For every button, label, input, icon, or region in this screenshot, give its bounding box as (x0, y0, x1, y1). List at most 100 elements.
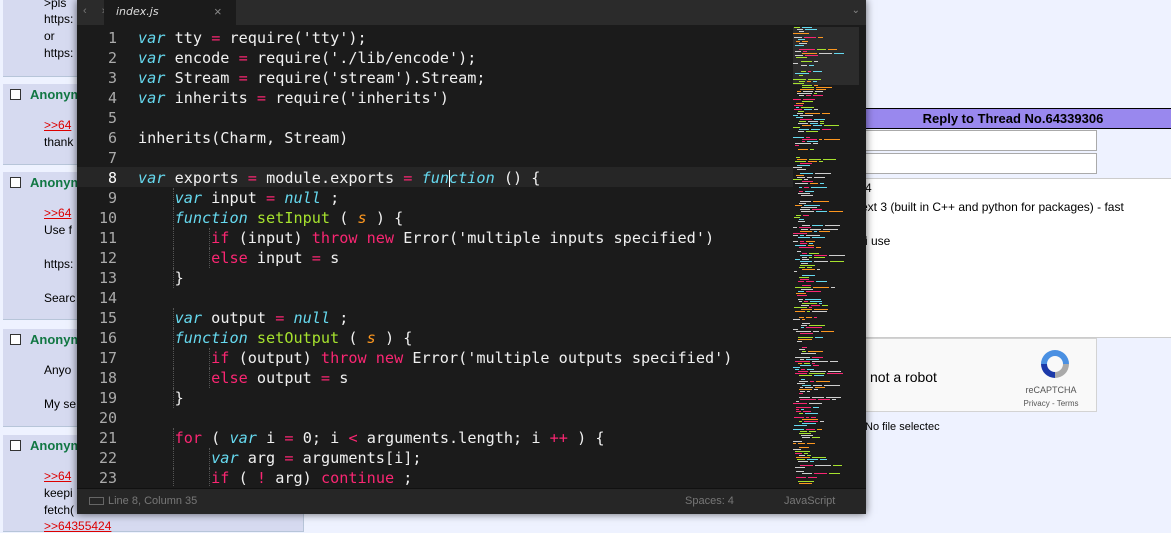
minimap-code-stroke (824, 125, 839, 126)
minimap-code-stroke (806, 359, 819, 360)
minimap-code-stroke (813, 365, 819, 366)
minimap-code-stroke (800, 431, 807, 432)
minimap-code-stroke (802, 269, 815, 270)
minimap-code-stroke (801, 353, 816, 354)
minimap-code-stroke (798, 291, 804, 292)
minimap-code-stroke (793, 167, 802, 168)
minimap-code-stroke (821, 331, 834, 332)
minimap-code-stroke (796, 411, 801, 412)
minimap-code-stroke (820, 123, 824, 124)
minimap-viewport[interactable] (793, 27, 859, 85)
post-link[interactable]: https: (44, 257, 73, 271)
minimap-code-stroke (804, 179, 808, 180)
minimap-code-stroke (824, 385, 840, 386)
minimap-code-stroke (822, 113, 830, 114)
minimap-code-stroke (822, 305, 828, 306)
minimap-code-stroke (798, 39, 805, 40)
minimap-code-stroke (793, 83, 804, 84)
line-number: 18 (98, 369, 117, 387)
chevron-down-icon[interactable]: ⌄ (852, 5, 860, 16)
quote-link[interactable]: >>64 (44, 206, 71, 220)
post-link[interactable]: https: (44, 12, 73, 26)
post-checkbox[interactable] (10, 334, 21, 345)
minimap-code-stroke (797, 113, 803, 114)
captcha-privacy-terms[interactable]: Privacy - Terms (1016, 399, 1086, 408)
minimap-code-stroke (805, 387, 813, 388)
minimap-code-stroke (799, 483, 812, 484)
minimap-code-stroke (800, 173, 813, 174)
post-link[interactable]: https: (44, 46, 73, 60)
minimap-code-stroke (799, 75, 803, 76)
recaptcha-widget[interactable]: not a robot reCAPTCHA Privacy - Terms (855, 338, 1097, 412)
minimap-code-stroke (816, 381, 830, 382)
minimap-code-stroke (796, 41, 800, 42)
minimap-code-stroke (810, 381, 814, 382)
minimap-code-stroke (814, 261, 828, 262)
options-field[interactable] (865, 153, 1097, 174)
code-line: var Stream = require('stream').Stream; (138, 69, 486, 87)
minimap-code-stroke (802, 303, 817, 304)
minimap-code-stroke (795, 451, 810, 452)
comment-text: ext 3 (built in C++ and python for packa… (861, 200, 1124, 214)
minimap-code-stroke (812, 209, 822, 210)
tab-index-js[interactable]: index.js × (104, 0, 236, 25)
minimap-code-stroke (814, 177, 825, 178)
minimap-code-stroke (799, 81, 805, 82)
minimap-code-stroke (799, 187, 802, 188)
comment-field[interactable]: 4 ext 3 (built in C++ and python for pac… (855, 178, 1171, 338)
minimap-code-stroke (797, 459, 805, 460)
post-checkbox[interactable] (10, 177, 21, 188)
indent-guide (209, 228, 211, 248)
minimap-code-stroke (801, 305, 809, 306)
minimap-code-stroke (796, 215, 801, 216)
minimap-code-stroke (801, 409, 804, 410)
post-checkbox[interactable] (10, 89, 21, 100)
minimap-code-stroke (795, 143, 811, 144)
minimap-code-stroke (798, 221, 805, 222)
minimap-code-stroke (795, 183, 808, 184)
minimap-code-stroke (799, 95, 804, 96)
minimap-code-stroke (809, 159, 821, 160)
syntax-language[interactable]: JavaScript (784, 495, 835, 507)
minimap-code-stroke (795, 357, 810, 358)
name-field[interactable] (865, 130, 1097, 151)
quote-link[interactable]: >>64 (44, 118, 71, 132)
close-icon[interactable]: × (214, 4, 222, 19)
captcha-brand: reCAPTCHA (1025, 385, 1077, 395)
minimap[interactable] (793, 27, 859, 487)
minimap-code-stroke (810, 183, 818, 184)
minimap-code-stroke (814, 317, 817, 318)
post-checkbox[interactable] (10, 440, 21, 451)
minimap-code-stroke (814, 85, 818, 86)
reply-form-title[interactable]: Reply to Thread No.64339306 (855, 108, 1171, 129)
line-number: 21 (98, 429, 117, 447)
minimap-code-stroke (813, 143, 818, 144)
minimap-code-stroke (799, 191, 803, 192)
minimap-code-stroke (801, 71, 806, 72)
minimap-code-stroke (793, 179, 802, 180)
cursor-position[interactable]: Line 8, Column 35 (108, 495, 197, 507)
minimap-code-stroke (814, 61, 818, 62)
reply-form: Reply to Thread No.64339306 4 ext 3 (bui… (855, 108, 1171, 531)
minimap-code-stroke (802, 257, 807, 258)
line-number: 5 (107, 109, 117, 127)
minimap-code-stroke (802, 423, 816, 424)
quote-link[interactable]: >>64 (44, 469, 71, 483)
post-text: Searc (44, 291, 76, 305)
indentation-setting[interactable]: Spaces: 4 (685, 495, 734, 507)
panel-toggle-icon[interactable] (89, 497, 104, 505)
minimap-code-stroke (799, 375, 812, 376)
minimap-code-stroke (813, 201, 829, 202)
minimap-code-stroke (830, 361, 838, 362)
minimap-code-stroke (808, 121, 818, 122)
minimap-code-stroke (795, 161, 806, 162)
status-bar: Line 8, Column 35 Spaces: 4 JavaScript (77, 488, 866, 514)
line-number: 8 (107, 169, 117, 187)
code-area[interactable]: var tty = require('tty'); var encode = re… (138, 27, 788, 487)
minimap-code-stroke (799, 219, 804, 220)
minimap-code-stroke (802, 53, 817, 54)
minimap-code-stroke (802, 323, 810, 324)
minimap-code-stroke (807, 141, 818, 142)
minimap-code-stroke (812, 361, 828, 362)
minimap-code-stroke (805, 191, 814, 192)
